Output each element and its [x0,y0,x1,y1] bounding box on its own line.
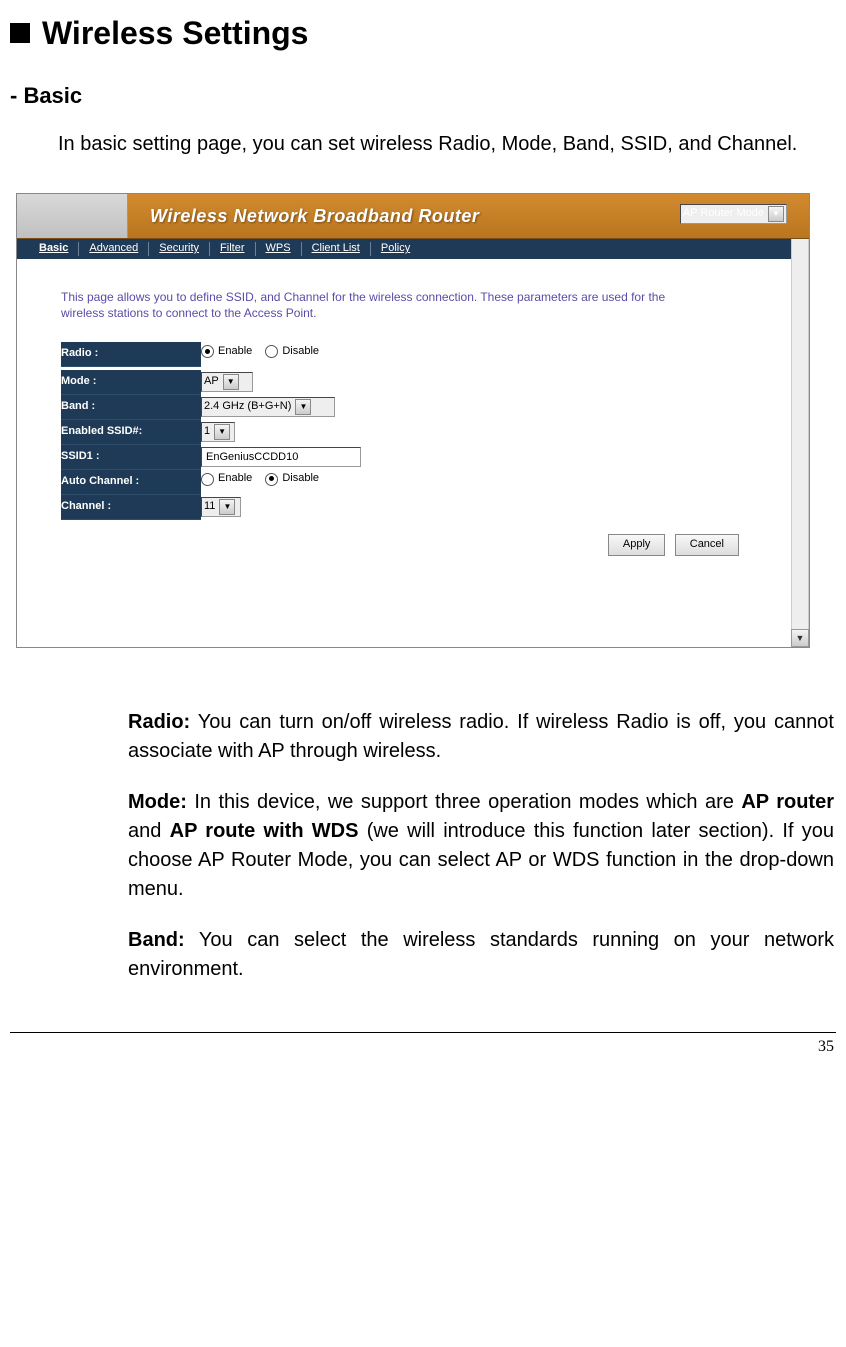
radio-icon [265,473,278,486]
logo-placeholder [17,194,128,238]
screenshot-description: This page allows you to define SSID, and… [61,289,681,321]
desc-radio: Radio: You can turn on/off wireless radi… [56,708,834,766]
page-heading: Wireless Settings [42,10,308,56]
apply-button[interactable]: Apply [608,534,666,556]
radio-icon [265,345,278,358]
radio-disable-option[interactable]: Disable [265,344,319,360]
page-subheading: - Basic [10,80,836,112]
tab-basic[interactable]: Basic [29,241,78,257]
chevron-down-icon: ▼ [223,374,239,390]
enabled-ssid-select[interactable]: 1▼ [201,422,235,442]
chevron-down-icon: ▼ [295,399,311,415]
radio-enable-option[interactable]: Enable [201,344,252,360]
label-enabled-ssid: Enabled SSID#: [61,419,201,444]
tab-bar: Basic Advanced Security Filter WPS Clien… [17,239,809,259]
radio-icon [201,345,214,358]
tab-client-list[interactable]: Client List [302,241,370,257]
page-number: 35 [10,1035,836,1058]
screenshot-title: Wireless Network Broadband Router [150,203,479,229]
chevron-down-icon: ▼ [214,424,230,440]
mode-select[interactable]: AP▼ [201,372,253,392]
chevron-down-icon: ▼ [219,499,235,515]
label-auto-channel: Auto Channel : [61,469,201,494]
bullet-square [10,23,30,43]
tab-filter[interactable]: Filter [210,241,254,257]
screenshot-header: Wireless Network Broadband Router AP Rou… [17,194,809,239]
chevron-down-icon: ▼ [768,206,784,222]
intro-paragraph: In basic setting page, you can set wirel… [10,130,836,159]
desc-mode: Mode: In this device, we support three o… [56,788,834,904]
auto-disable-option[interactable]: Disable [265,471,319,487]
system-mode-value: AP Router Mode [683,206,764,222]
ssid1-input[interactable] [201,447,361,467]
router-screenshot: ▲ ▼ Wireless Network Broadband Router AP… [16,193,810,648]
label-ssid1: SSID1 : [61,444,201,469]
cancel-button[interactable]: Cancel [675,534,739,556]
label-mode: Mode : [61,370,201,395]
tab-advanced[interactable]: Advanced [79,241,148,257]
system-mode-select[interactable]: AP Router Mode ▼ [680,204,787,224]
band-select[interactable]: 2.4 GHz (B+G+N)▼ [201,397,335,417]
label-band: Band : [61,394,201,419]
settings-form: Radio : Enable Disable Mode : AP▼ Band : [61,342,361,520]
tab-security[interactable]: Security [149,241,209,257]
tab-policy[interactable]: Policy [371,241,420,257]
channel-select[interactable]: 11▼ [201,497,241,517]
desc-band: Band: You can select the wireless standa… [56,926,834,984]
tab-wps[interactable]: WPS [256,241,301,257]
auto-enable-option[interactable]: Enable [201,471,252,487]
footer-rule [10,1032,836,1033]
label-radio: Radio : [61,342,201,367]
label-channel: Channel : [61,494,201,519]
radio-icon [201,473,214,486]
